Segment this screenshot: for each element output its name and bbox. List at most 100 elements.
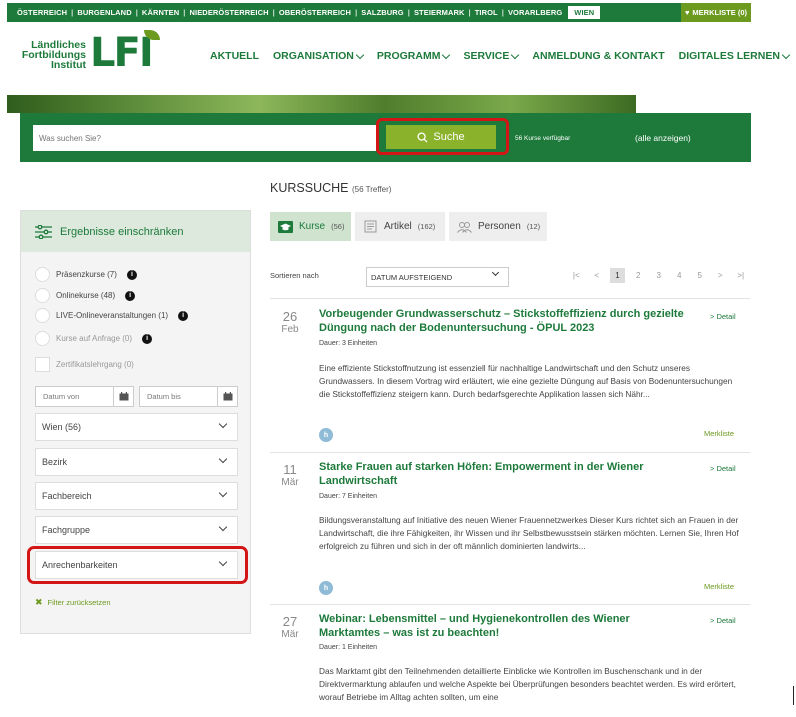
nav-programm[interactable]: PROGRAMM (377, 50, 451, 62)
chevron-down-icon (218, 419, 228, 429)
next-page-icon[interactable]: > (710, 268, 731, 283)
region-link-niederoesterreich[interactable]: NIEDERÖSTERREICH (190, 8, 269, 17)
radio-button[interactable] (35, 267, 50, 282)
divider (270, 604, 750, 605)
course-count-text: 56 Kurse verfügbar (515, 135, 571, 142)
calendar-icon[interactable] (113, 387, 133, 406)
course-title[interactable]: Starke Frauen auf starken Höfen: Empower… (319, 461, 689, 488)
page-5[interactable]: 5 (690, 268, 711, 283)
course-duration: Dauer: 1 Einheiten (319, 644, 377, 651)
region-links: ÖSTERREICH | BURGENLAND | KÄRNTEN | NIEDERÖ… (7, 6, 601, 19)
course-detail-link[interactable]: > Detail (710, 616, 736, 625)
sort-select[interactable]: DATUM AUFSTEIGEND (366, 267, 509, 287)
chevron-down-icon (491, 268, 500, 277)
logo-text: Ländliches Fortbildungs Institut (21, 39, 86, 71)
info-icon[interactable]: i (126, 269, 137, 280)
main-navigation: AKTUELL ORGANISATION PROGRAMM SERVICE AN… (210, 50, 791, 62)
dropdown-fachgruppe[interactable]: Fachgruppe (35, 516, 238, 544)
nav-organisation[interactable]: ORGANISATION (273, 50, 365, 62)
prev-page-icon[interactable]: < (587, 268, 608, 283)
course-title[interactable]: Webinar: Lebensmittel – und Hygienekontr… (319, 613, 689, 640)
course-duration: Dauer: 3 Einheiten (319, 340, 377, 347)
chevron-down-icon (781, 50, 791, 59)
filter-live-online[interactable]: LIVE-Onlineveranstaltungen (1) i (35, 308, 189, 323)
show-all-link[interactable]: (alle anzeigen) (635, 133, 691, 143)
filter-header[interactable]: Ergebnisse einschränken (21, 211, 250, 252)
region-bar: ÖSTERREICH | BURGENLAND | KÄRNTEN | NIEDERÖ… (7, 3, 751, 22)
chevron-down-icon (218, 488, 228, 498)
course-detail-link[interactable]: > Detail (710, 464, 736, 473)
merkliste-label: MERKLISTE (0) (692, 8, 748, 17)
date-to-field[interactable]: Datum bis (139, 386, 238, 407)
checkbox[interactable] (35, 357, 50, 372)
nav-service[interactable]: SERVICE (463, 50, 520, 62)
hero-image (7, 95, 636, 113)
dropdown-bezirk[interactable]: Bezirk (35, 448, 238, 476)
course-day: 26 (282, 309, 298, 324)
dropdown-fachbereich[interactable]: Fachbereich (35, 482, 238, 510)
radio-button[interactable] (35, 331, 50, 346)
tab-kurse[interactable]: Kurse (56) (270, 212, 351, 241)
course-description: Das Marktamt gibt den Teilnehmenden deta… (319, 666, 736, 703)
region-link-kaernten[interactable]: KÄRNTEN (142, 8, 179, 17)
region-link-tirol[interactable]: TIROL (475, 8, 498, 17)
region-link-burgenland[interactable]: BURGENLAND (77, 8, 131, 17)
close-icon: ✖ (35, 597, 43, 607)
calendar-icon[interactable] (217, 387, 237, 406)
region-link-salzburg[interactable]: SALZBURG (361, 8, 403, 17)
lfi-logo[interactable]: Ländliches Fortbildungs Institut LFI (20, 28, 160, 76)
info-icon[interactable]: i (178, 310, 189, 321)
course-day: 27 (282, 614, 298, 629)
filter-kurse-auf-anfrage[interactable]: Kurse auf Anfrage (0) i (35, 331, 153, 346)
page-2[interactable]: 2 (628, 268, 649, 283)
course-type-badge: h (319, 581, 333, 595)
region-link-oesterreich[interactable]: ÖSTERREICH (17, 8, 67, 17)
last-page-icon[interactable]: >| (731, 268, 752, 283)
divider (270, 298, 750, 299)
search-button-highlight (376, 118, 509, 155)
divider (270, 452, 750, 453)
merkliste-button[interactable]: ♥ MERKLISTE (0) (681, 3, 751, 22)
filter-onlinekurse[interactable]: Onlinekurse (48) i (35, 288, 136, 303)
sort-label: Sortieren nach (270, 271, 319, 280)
course-detail-link[interactable]: > Detail (710, 312, 736, 321)
dropdown-wien[interactable]: Wien (56) (35, 413, 238, 441)
course-merkliste-link[interactable]: Merkliste (704, 429, 734, 438)
course-description: Eine effiziente Stickstoffnutzung ist es… (319, 363, 733, 400)
tab-personen[interactable]: Personen (12) (449, 212, 547, 241)
graduation-cap-icon (278, 220, 293, 233)
nav-digitales-lernen[interactable]: DIGITALES LERNEN (679, 50, 791, 62)
region-link-oberoesterreich[interactable]: OBERÖSTERREICH (279, 8, 351, 17)
info-icon[interactable]: i (125, 290, 136, 301)
region-link-wien[interactable]: WIEN (568, 6, 601, 19)
region-link-vorarlberg[interactable]: VORARLBERG (508, 8, 562, 17)
pagination: |< < 1 2 3 4 5 > >| (566, 268, 751, 283)
nav-anmeldung-kontakt[interactable]: ANMELDUNG & KONTAKT (532, 50, 664, 62)
first-page-icon[interactable]: |< (566, 268, 587, 283)
date-from-field[interactable]: Datum von (35, 386, 134, 407)
course-duration: Dauer: 7 Einheiten (319, 493, 377, 500)
filter-title: Ergebnisse einschränken (60, 225, 184, 238)
filter-reset-link[interactable]: ✖ Filter zurücksetzen (35, 597, 110, 608)
course-month: Mär (281, 629, 299, 640)
course-title[interactable]: Vorbeugender Grundwasserschutz – Stickst… (319, 308, 689, 335)
info-icon[interactable]: i (142, 333, 153, 344)
region-link-steiermark[interactable]: STEIERMARK (414, 8, 465, 17)
nav-aktuell[interactable]: AKTUELL (210, 50, 259, 62)
chevron-down-icon (442, 50, 451, 59)
radio-button[interactable] (35, 308, 50, 323)
chevron-down-icon (355, 50, 365, 59)
tab-artikel[interactable]: Artikel (162) (355, 212, 445, 241)
course-month: Mär (281, 477, 299, 488)
search-input[interactable] (33, 125, 376, 151)
page-4[interactable]: 4 (669, 268, 690, 283)
page-1[interactable]: 1 (610, 268, 625, 283)
filter-praesenzkurse[interactable]: Präsenzkurse (7) i (35, 267, 137, 282)
logo-mark: LFI (90, 30, 154, 76)
filter-zertifikatslehrgang[interactable]: Zertifikatslehrgang (0) (35, 357, 134, 372)
radio-button[interactable] (35, 288, 50, 303)
page-3[interactable]: 3 (649, 268, 670, 283)
course-day: 11 (283, 462, 297, 477)
course-merkliste-link[interactable]: Merkliste (704, 582, 734, 591)
course-type-badge: h (319, 428, 333, 442)
